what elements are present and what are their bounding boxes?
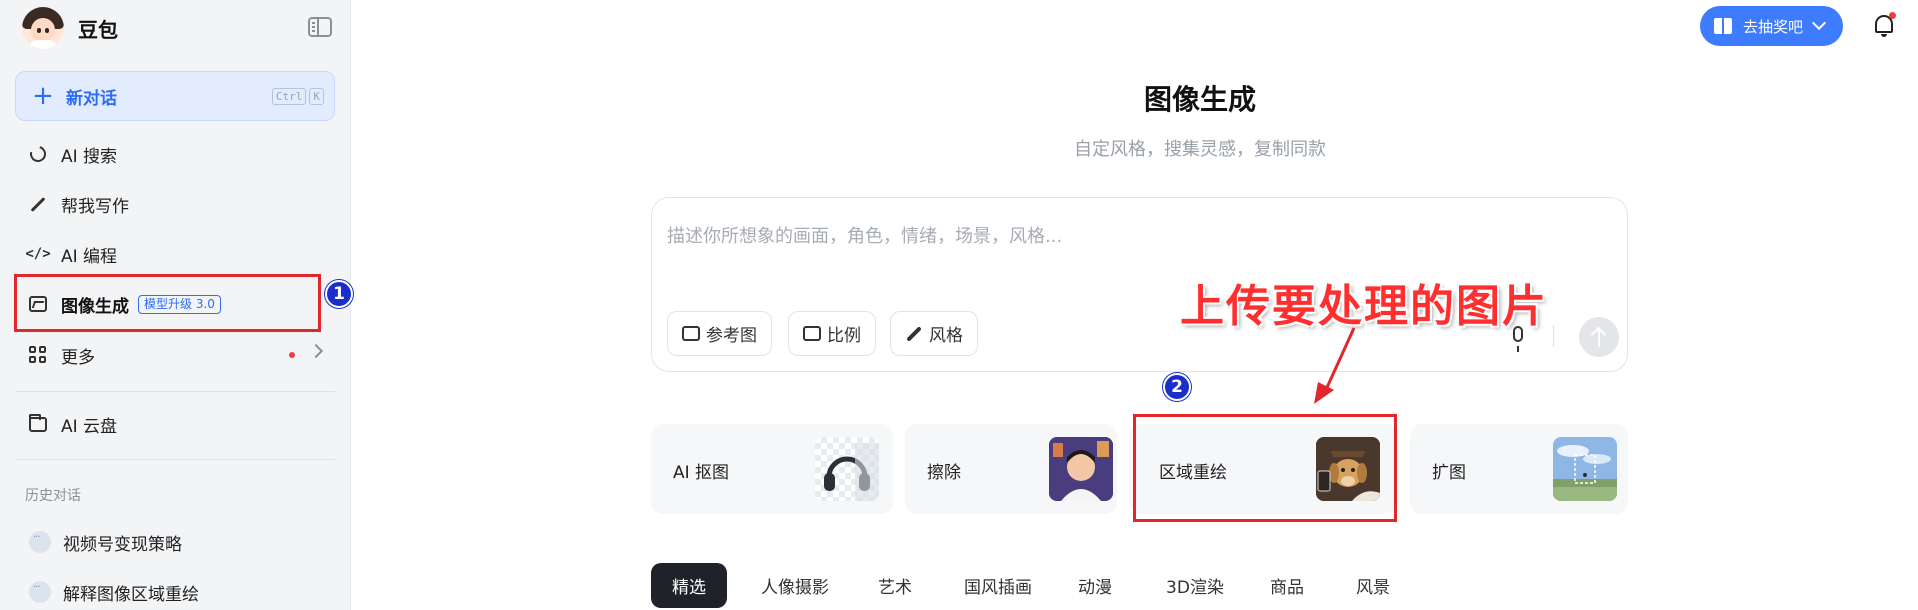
tool-label: 参考图	[706, 326, 757, 346]
page-title: 图像生成	[1143, 83, 1256, 116]
annotation-highlight-box	[1133, 414, 1397, 522]
avatar	[22, 7, 64, 49]
grid-icon	[27, 344, 49, 366]
sidebar-item-label: AI 云盘	[61, 416, 118, 437]
toolbar-separator	[1553, 325, 1554, 347]
shortcut-key-k: K	[309, 88, 324, 105]
card-expand-image[interactable]: 扩图	[1410, 424, 1628, 514]
shortcut-hint: Ctrl K	[271, 88, 324, 105]
style-button[interactable]: 风格	[890, 311, 978, 356]
category-chip-3d-render[interactable]: 3D渲染	[1150, 563, 1240, 608]
category-chip-art[interactable]: 艺术	[862, 563, 928, 608]
card-label: 扩图	[1432, 463, 1466, 483]
history-item-label: 解释图像区域重绘	[63, 584, 199, 605]
notification-dot	[1889, 12, 1896, 19]
history-item[interactable]: 解释图像区域重绘	[15, 570, 335, 610]
category-chip-landscape[interactable]: 风景	[1340, 563, 1406, 608]
annotation-highlight-box	[14, 274, 321, 332]
reference-image-button[interactable]: 参考图	[667, 311, 772, 356]
card-label: AI 抠图	[673, 463, 730, 483]
sidebar-divider	[15, 391, 335, 392]
sidebar-item-ai-coding[interactable]: </> AI 编程	[15, 231, 335, 277]
category-chip-portrait[interactable]: 人像摄影	[745, 563, 845, 608]
prompt-input[interactable]: 描述你所想象的画面，角色，情绪，场景，风格...	[667, 222, 1062, 248]
brand-name: 豆包	[78, 17, 118, 42]
sidebar-item-label: AI 搜索	[61, 146, 118, 167]
annotation-callout-text: 上传要处理的图片	[1180, 281, 1548, 332]
history-item-label: 视频号变现策略	[63, 534, 182, 555]
category-chip-chinese-illustration[interactable]: 国风插画	[948, 563, 1048, 608]
sidebar-item-ai-cloud[interactable]: AI 云盘	[15, 401, 335, 447]
app-window: 豆包 + 新对话 Ctrl K AI 搜索 帮我写作 </> AI 编程 图像生…	[0, 0, 1918, 610]
sidebar-item-writing[interactable]: 帮我写作	[15, 181, 335, 227]
plus-icon: +	[32, 81, 54, 111]
new-chat-button[interactable]: + 新对话 Ctrl K	[15, 71, 335, 121]
category-chip-featured[interactable]: 精选	[651, 563, 727, 608]
chat-bubble-icon	[29, 531, 51, 553]
sidebar-divider	[15, 459, 335, 460]
tool-label: 风格	[929, 326, 963, 346]
send-button[interactable]	[1579, 317, 1619, 357]
category-chip-products[interactable]: 商品	[1254, 563, 1320, 608]
landscape-thumbnail	[1553, 437, 1617, 501]
brand[interactable]: 豆包	[22, 6, 118, 50]
notification-dot	[289, 352, 295, 358]
aspect-ratio-button[interactable]: 比例	[788, 311, 876, 356]
card-ai-cutout[interactable]: AI 抠图	[651, 424, 893, 514]
sidebar-item-label: 帮我写作	[61, 196, 129, 217]
brush-icon	[906, 325, 922, 342]
category-chip-anime[interactable]: 动漫	[1062, 563, 1128, 608]
new-chat-label: 新对话	[66, 88, 117, 109]
collapse-sidebar-icon[interactable]	[308, 17, 332, 37]
search-icon	[27, 143, 49, 165]
lottery-button[interactable]: 去抽奖吧	[1700, 6, 1843, 46]
chevron-down-icon	[1811, 15, 1827, 31]
chevron-right-icon	[308, 343, 324, 359]
sidebar-item-label: AI 编程	[61, 246, 118, 267]
chat-bubble-icon	[29, 581, 51, 603]
headphones-thumbnail	[815, 437, 879, 501]
shortcut-key-ctrl: Ctrl	[271, 88, 307, 105]
card-label: 擦除	[927, 463, 961, 483]
code-icon: </>	[25, 246, 51, 262]
gift-icon	[1714, 18, 1732, 34]
sidebar-item-ai-search[interactable]: AI 搜索	[15, 131, 335, 177]
annotation-step-1: 1	[325, 280, 353, 308]
tool-label: 比例	[827, 326, 861, 346]
ratio-icon	[803, 326, 821, 341]
annotation-step-2: 2	[1163, 373, 1191, 401]
history-section-title: 历史对话	[25, 488, 81, 504]
page-subtitle: 自定风格，搜集灵感，复制同款	[1074, 139, 1326, 160]
pen-icon	[27, 193, 49, 215]
card-erase[interactable]: 擦除	[905, 424, 1117, 514]
history-item[interactable]: 视频号变现策略	[15, 520, 335, 564]
annotation-arrow	[1314, 327, 1356, 404]
sidebar-item-label: 更多	[61, 347, 95, 368]
child-portrait-thumbnail	[1049, 437, 1113, 501]
cloud-folder-icon	[27, 413, 49, 435]
image-upload-icon	[682, 326, 700, 341]
lottery-button-label: 去抽奖吧	[1743, 17, 1804, 36]
sidebar-item-more[interactable]: 更多	[15, 332, 335, 378]
